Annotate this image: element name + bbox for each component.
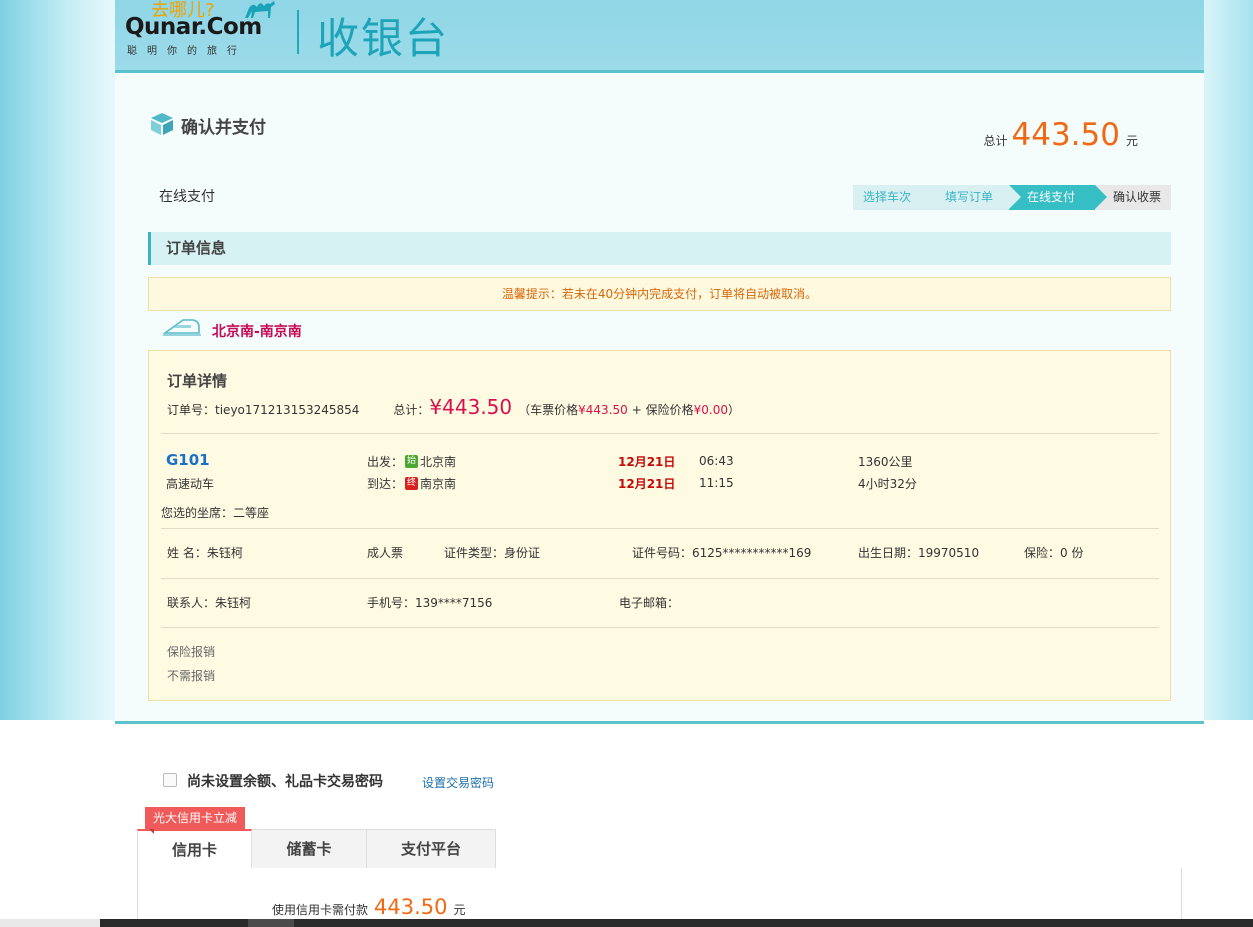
breakdown-open: （车票价格 [518, 403, 579, 417]
password-checkbox[interactable] [163, 773, 177, 787]
payment-timeout-notice: 温馨提示：若未在40分钟内完成支付，订单将自动被取消。 [148, 277, 1171, 311]
birth-date: 出生日期：19970510 [858, 546, 980, 560]
ticket-price: ¥443.50 [578, 403, 628, 417]
depart-station: 北京南 [420, 455, 457, 469]
contact-email: 电子邮箱： [619, 596, 680, 610]
divider [161, 627, 1159, 628]
step-fill-order: 填写订单 [927, 185, 1021, 210]
order-no: tieyo171213153245854 [215, 403, 360, 417]
tab-credit-card[interactable]: 信用卡 [137, 829, 252, 869]
total-summary: 总计 443.50 元 [983, 117, 1138, 153]
total-label: 总计 [983, 134, 1008, 148]
distance: 1360公里 [858, 455, 913, 469]
arrive-station: 南京南 [420, 477, 457, 491]
reimburse-value: 不需报销 [167, 669, 216, 683]
credit-pay-amount-line: 使用信用卡需付款 443.50 元 [272, 895, 466, 919]
step-online-pay: 在线支付 [1009, 185, 1107, 210]
box-icon [151, 113, 173, 135]
order-total-amount: ¥443.50 [429, 395, 513, 419]
train-route: 北京南-南京南 [212, 324, 302, 340]
password-not-set-text: 尚未设置余额、礼品卡交易密码 [187, 774, 383, 790]
contact-name: 联系人：朱钰柯 [167, 596, 252, 610]
id-number: 证件号码：6125***********169 [632, 546, 812, 560]
start-station-badge: 始 [405, 455, 419, 468]
online-pay-label: 在线支付 [159, 189, 215, 205]
order-info-heading: 订单信息 [148, 232, 1171, 265]
page-title: 收银台 [317, 14, 450, 63]
pay-amount: 443.50 [374, 895, 448, 919]
ticket-type: 成人票 [367, 546, 404, 560]
logo-slogan: 聪明你的旅行 [127, 46, 247, 57]
site-header: 去哪儿? Qunar.Com 聪明你的旅行 收银台 [125, 0, 625, 70]
payment-method-tabs: 信用卡 储蓄卡 支付平台 [137, 829, 496, 869]
tab-payment-platform[interactable]: 支付平台 [367, 829, 496, 869]
order-total-label: 总计： [393, 403, 430, 417]
breakdown-close: ） [728, 403, 741, 417]
contact-phone: 手机号：139****7156 [367, 596, 493, 610]
header-divider [297, 10, 299, 54]
train-icon [163, 319, 201, 336]
pay-unit: 元 [453, 903, 466, 917]
taskbar-item[interactable] [248, 919, 294, 927]
divider [161, 528, 1159, 529]
right-background [1204, 0, 1253, 720]
divider [161, 578, 1159, 579]
pay-label: 使用信用卡需付款 [272, 903, 369, 917]
depart-label: 出发： [367, 455, 404, 469]
seat-class: 您选的坐席：二等座 [161, 506, 270, 520]
train-type: 高速动车 [166, 477, 215, 491]
divider [161, 433, 1159, 434]
set-password-link[interactable]: 设置交易密码 [422, 774, 494, 791]
order-no-label: 订单号： [167, 403, 216, 417]
duration: 4小时32分 [858, 477, 917, 491]
tab-debit-card[interactable]: 储蓄卡 [252, 829, 367, 869]
order-details: 订单详情 订单号： tieyo171213153245854 总计： ¥443.… [148, 350, 1171, 701]
taskbar-start[interactable] [0, 919, 100, 927]
total-unit: 元 [1125, 134, 1138, 148]
progress-steps: 选择车次 填写订单 在线支付 确认收票 [853, 185, 1171, 210]
order-card: 确认并支付 总计 443.50 元 在线支付 选择车次 填写订单 在线支付 确认… [115, 70, 1204, 724]
logo-name[interactable]: Qunar.Com [125, 14, 262, 40]
end-station-badge: 终 [405, 477, 419, 490]
depart-date: 12月21日 [618, 455, 676, 469]
train-number: G101 [166, 451, 210, 469]
confirm-pay-title: 确认并支付 [181, 118, 266, 138]
total-amount: 443.50 [1011, 117, 1120, 153]
order-summary-line: 订单号： tieyo171213153245854 总计： ¥443.50 （车… [167, 395, 740, 419]
arrive-label: 到达： [367, 477, 404, 491]
arrive-date: 12月21日 [618, 477, 676, 491]
left-background [0, 0, 115, 720]
promo-badge: 光大信用卡立减 [145, 807, 246, 834]
order-details-title: 订单详情 [167, 372, 228, 390]
id-type: 证件类型：身份证 [444, 546, 541, 560]
depart-time: 06:43 [699, 454, 734, 468]
os-taskbar [0, 919, 1253, 927]
insurance-price: ¥0.00 [693, 403, 729, 417]
depart-info: 出发：始北京南 [367, 453, 456, 470]
arrive-time: 11:15 [699, 476, 734, 490]
reimburse-title: 保险报销 [167, 645, 216, 659]
step-select-train: 选择车次 [853, 185, 939, 210]
arrive-info: 到达：终南京南 [367, 475, 456, 492]
passenger-name: 姓 名：朱钰柯 [167, 546, 243, 560]
insurance-count: 保险：0 份 [1024, 546, 1084, 560]
plus-insurance-label: + 保险价格 [631, 403, 694, 417]
